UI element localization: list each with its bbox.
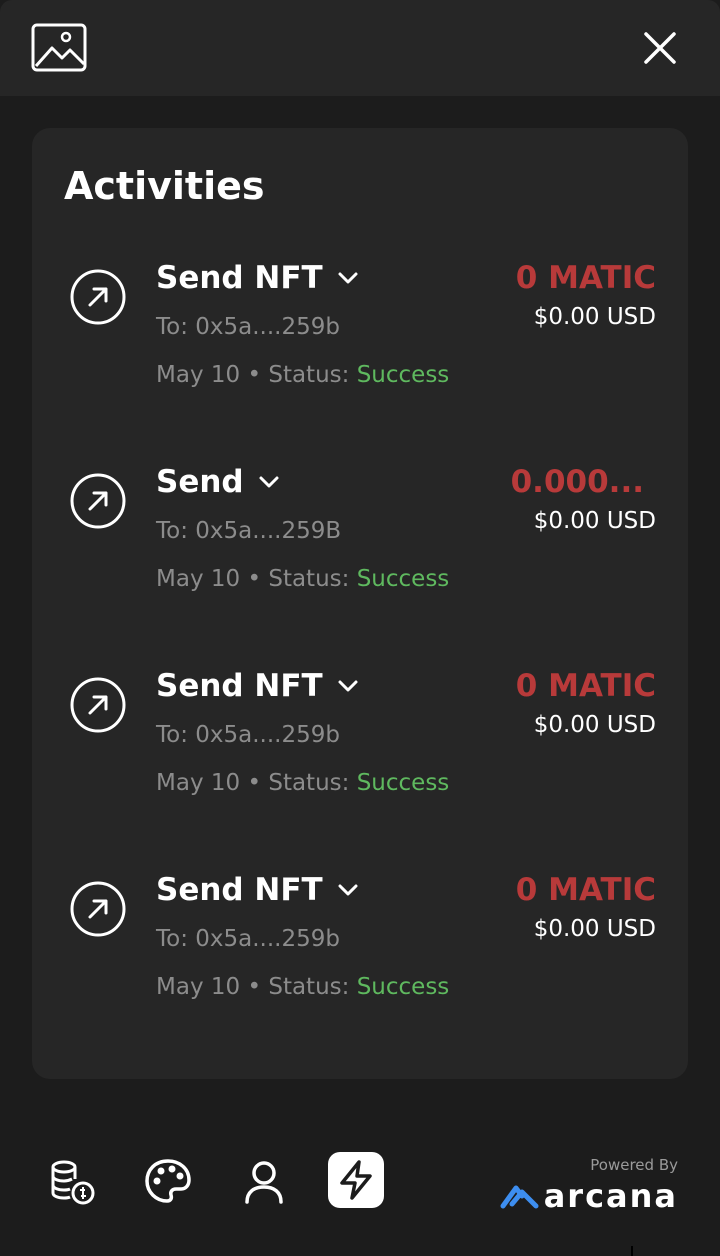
send-arrow-icon (69, 472, 127, 530)
activity-item[interactable]: Send NFT To: 0x5a....259b May 10 • Statu… (32, 258, 688, 448)
activity-meta: May 10 • Status: Success (156, 362, 450, 388)
status-badge: Success (356, 566, 450, 592)
arcana-logo[interactable]: arcana (500, 1176, 678, 1216)
card-title: Activities (64, 164, 265, 208)
chevron-down-icon (338, 884, 358, 896)
activity-title[interactable]: Send NFT (156, 258, 359, 298)
lightning-icon[interactable] (328, 1152, 384, 1208)
activity-item[interactable]: Send NFT To: 0x5a....259b May 10 • Statu… (32, 666, 688, 856)
activity-status-label: Status: (268, 566, 350, 592)
chevron-down-icon (338, 680, 358, 692)
arcana-logo-icon (500, 1185, 539, 1209)
activity-usd: $0.00 USD (533, 712, 656, 738)
palette-icon[interactable] (140, 1154, 196, 1210)
activity-status-label: Status: (268, 974, 350, 1000)
send-arrow-icon (69, 676, 127, 734)
activity-usd: $0.00 USD (533, 916, 656, 942)
activity-date: May 10 (156, 566, 241, 592)
powered-by-label: Powered By (590, 1156, 678, 1174)
activity-recipient: To: 0x5a....259b (156, 722, 340, 748)
activity-date: May 10 (156, 362, 241, 388)
activity-title-text: Send NFT (156, 668, 323, 704)
header-bar (0, 0, 720, 96)
activity-date: May 10 (156, 974, 241, 1000)
activity-meta: May 10 • Status: Success (156, 974, 450, 1000)
activity-status-label: Status: (268, 770, 350, 796)
activity-meta: May 10 • Status: Success (156, 770, 450, 796)
bottom-nav: Powered By arcana (0, 1140, 720, 1230)
send-arrow-icon (69, 268, 127, 326)
activity-item[interactable]: Send NFT To: 0x5a....259b May 10 • Statu… (32, 870, 688, 1060)
activity-item[interactable]: Send To: 0x5a....259B May 10 • Status: S… (32, 462, 688, 652)
activity-recipient: To: 0x5a....259B (156, 518, 342, 544)
window-edge-bottom (631, 1246, 633, 1256)
activity-title[interactable]: Send (156, 462, 280, 502)
send-arrow-icon (69, 880, 127, 938)
close-icon[interactable] (640, 28, 680, 68)
status-badge: Success (356, 770, 450, 796)
status-badge: Success (356, 362, 450, 388)
activity-recipient: To: 0x5a....259b (156, 926, 340, 952)
activity-title[interactable]: Send NFT (156, 666, 359, 706)
tokens-icon[interactable] (44, 1154, 100, 1210)
activity-recipient: To: 0x5a....259b (156, 314, 340, 340)
activity-amount: 0 MATIC (515, 260, 656, 296)
activities-card: Activities Send NFT To: 0x5a....259b May… (32, 128, 688, 1079)
activity-usd: $0.00 USD (533, 304, 656, 330)
profile-icon[interactable] (236, 1154, 292, 1210)
activity-title-text: Send (156, 464, 244, 500)
activity-meta: May 10 • Status: Success (156, 566, 450, 592)
activity-amount: 0 MATIC (515, 668, 656, 704)
activity-date: May 10 (156, 770, 241, 796)
activity-amount: 0.000... (510, 464, 644, 500)
activity-title-text: Send NFT (156, 260, 323, 296)
activity-usd: $0.00 USD (533, 508, 656, 534)
status-badge: Success (356, 974, 450, 1000)
activity-status-label: Status: (268, 362, 350, 388)
activity-amount: 0 MATIC (515, 872, 656, 908)
chevron-down-icon (259, 476, 279, 488)
brand-name: arcana (543, 1177, 678, 1215)
activity-title[interactable]: Send NFT (156, 870, 359, 910)
image-icon[interactable] (30, 22, 88, 74)
activity-title-text: Send NFT (156, 872, 323, 908)
chevron-down-icon (338, 272, 358, 284)
